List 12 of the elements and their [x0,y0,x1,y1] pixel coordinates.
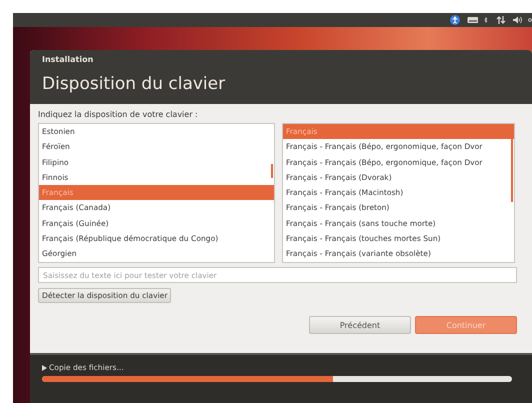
accessibility-icon[interactable] [450,15,460,25]
keyboard-icon[interactable] [466,15,478,25]
expander-icon[interactable] [42,364,47,370]
prompt-label: Indiquez la disposition de votre clavier : [38,110,199,119]
volume-icon[interactable] [512,15,522,25]
page-heading: Disposition du clavier [42,74,226,94]
back-button[interactable]: Précédent [309,316,411,334]
scrollbar-thumb[interactable] [271,164,273,178]
scrollbar-thumb[interactable] [511,138,513,202]
bluetooth-icon[interactable] [484,15,490,25]
window-title: Installation [42,55,94,64]
network-icon[interactable] [496,15,506,25]
